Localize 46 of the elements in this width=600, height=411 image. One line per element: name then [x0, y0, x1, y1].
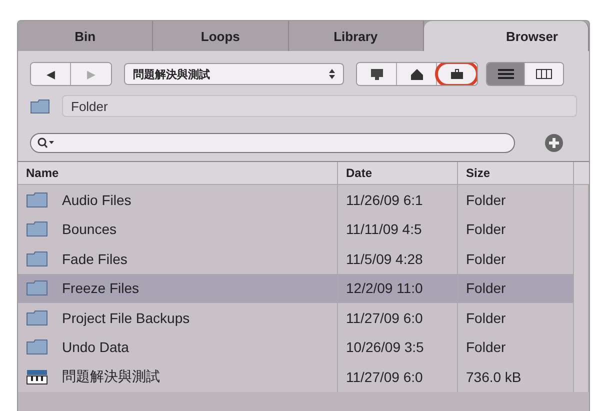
date-cell: 11/11/09 4:5	[338, 214, 458, 244]
date-cell: 11/27/09 6:0	[338, 362, 458, 392]
briefcase-icon	[450, 68, 464, 80]
folder-icon	[26, 192, 48, 208]
file-name: Audio Files	[62, 192, 132, 208]
date-cell: 10/26/09 3:5	[338, 332, 458, 362]
search-icon	[37, 137, 55, 149]
back-button[interactable]: ◀	[31, 63, 71, 85]
date-cell: 11/26/09 6:1	[338, 185, 458, 214]
column-header[interactable]: Size	[458, 162, 574, 184]
folder-icon	[30, 98, 50, 114]
briefcase-button[interactable]	[437, 63, 477, 85]
folder-icon	[26, 221, 48, 238]
updown-icon	[329, 68, 335, 80]
file-row[interactable]: Bounces 11/11/09 4:5 Folder	[18, 214, 589, 244]
file-name: Undo Data	[62, 339, 129, 356]
column-header[interactable]: Date	[338, 162, 458, 184]
folder-icon	[26, 250, 48, 267]
add-icon[interactable]	[545, 134, 563, 152]
folder-icon	[26, 310, 48, 326]
file-row[interactable]: 問題解決與測試 11/27/09 6:0 736.0 kB	[18, 362, 589, 392]
house-icon	[410, 68, 424, 80]
monitor-icon	[370, 68, 384, 80]
location-popup[interactable]: 問題解決與測試	[124, 63, 344, 85]
date-cell: 12/2/09 11:0	[338, 274, 458, 303]
search-field[interactable]	[30, 133, 515, 153]
file-row[interactable]: Audio Files 11/26/09 6:1 Folder	[18, 185, 589, 214]
keyboard-icon	[26, 368, 48, 385]
file-row[interactable]: Project File Backups 11/27/09 6:0 Folder	[18, 303, 589, 332]
file-name: Freeze Files	[62, 280, 140, 296]
file-name: Bounces	[62, 221, 116, 238]
tab[interactable]: Browser	[424, 21, 589, 51]
file-name: Fade Files	[62, 250, 128, 267]
path-field[interactable]: Folder	[62, 95, 577, 117]
file-row[interactable]: Undo Data 10/26/09 3:5 Folder	[18, 332, 589, 362]
columns-icon	[536, 69, 552, 79]
date-cell: 11/27/09 6:0	[338, 303, 458, 332]
list-view-button[interactable]	[487, 63, 525, 85]
file-name: 問題解決與測試	[62, 368, 160, 386]
folder-icon	[26, 339, 48, 356]
folder-icon	[26, 280, 48, 296]
file-name: Project File Backups	[62, 310, 190, 326]
list-icon	[498, 69, 514, 79]
file-row[interactable]: Freeze Files 12/2/09 11:0 Folder	[18, 274, 589, 303]
computer-button[interactable]	[357, 63, 397, 85]
column-header[interactable]: Name	[18, 162, 338, 184]
